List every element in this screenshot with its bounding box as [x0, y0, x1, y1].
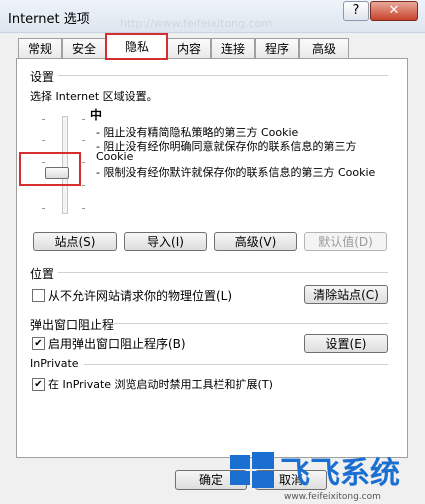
slider-tick — [42, 140, 45, 141]
location-heading: 位置 — [30, 267, 55, 281]
slider-tick — [82, 119, 85, 120]
slider-highlight — [19, 152, 81, 186]
inprivate-checkbox-label: 在 InPrivate 浏览启动时禁用工具栏和扩展(T) — [48, 378, 273, 391]
default-button[interactable]: 默认值(D) — [304, 232, 387, 251]
slider-tick — [42, 208, 45, 209]
location-checkbox-label: 从不允许网站请求你的物理位置(L) — [48, 289, 233, 303]
divider — [58, 75, 388, 76]
popup-checkbox[interactable]: ✔ — [32, 337, 45, 350]
close-button[interactable]: ✕ — [370, 1, 418, 21]
help-button[interactable]: ? — [343, 1, 369, 21]
advanced-button[interactable]: 高级(V) — [214, 232, 297, 251]
slider-tick — [82, 185, 85, 186]
location-checkbox[interactable] — [32, 289, 45, 302]
tab-content[interactable]: 内容 — [167, 38, 211, 59]
divider — [58, 272, 388, 273]
logo-pane-icon — [252, 452, 274, 469]
privacy-tab-highlight — [105, 33, 168, 60]
logo-pane-icon — [230, 471, 250, 485]
tab-programs[interactable]: 程序 — [255, 38, 299, 59]
window-title: Internet 选项 — [8, 12, 90, 27]
slider-tick — [82, 162, 85, 163]
slider-tick — [42, 119, 45, 120]
inprivate-heading: InPrivate — [30, 357, 79, 370]
watermark-url: www.feifeixitong.com — [284, 492, 381, 502]
inprivate-checkbox[interactable]: ✔ — [32, 378, 45, 391]
privacy-level: 中 — [90, 108, 103, 122]
watermark-logo: 飞飞系统 www.feifeixitong.com — [230, 452, 400, 502]
popup-heading: 弹出窗口阻止程 — [30, 318, 115, 332]
tab-security[interactable]: 安全 — [62, 38, 106, 59]
tab-connections[interactable]: 连接 — [211, 38, 255, 59]
popup-checkbox-label: 启用弹出窗口阻止程序(B) — [48, 337, 186, 351]
watermark-brand: 飞飞系统 — [280, 456, 400, 491]
slider-tick — [82, 208, 85, 209]
divider — [114, 323, 388, 324]
privacy-panel — [16, 58, 408, 458]
import-button[interactable]: 导入(I) — [124, 232, 207, 251]
zone-instruction: 选择 Internet 区域设置。 — [30, 90, 158, 103]
sites-button[interactable]: 站点(S) — [33, 232, 117, 251]
policy-line: - 阻止没有经你明确同意就保存你的联系信息的第三方 Cookie — [96, 140, 357, 163]
logo-pane-icon — [230, 455, 250, 469]
tab-advanced[interactable]: 高级 — [299, 38, 349, 59]
tab-general[interactable]: 常规 — [18, 38, 62, 59]
policy-line: - 限制没有经你默许就保存你的联系信息的第三方 Cookie — [96, 166, 376, 179]
policy-line: - 阻止没有精简隐私策略的第三方 Cookie — [96, 126, 299, 139]
slider-tick — [82, 140, 85, 141]
settings-heading: 设置 — [30, 70, 55, 84]
background-url: http://www.feifeixitong.com — [120, 17, 273, 30]
logo-pane-icon — [252, 471, 274, 488]
divider — [84, 364, 388, 365]
clear-sites-button[interactable]: 清除站点(C) — [304, 285, 388, 304]
popup-settings-button[interactable]: 设置(E) — [304, 334, 388, 353]
